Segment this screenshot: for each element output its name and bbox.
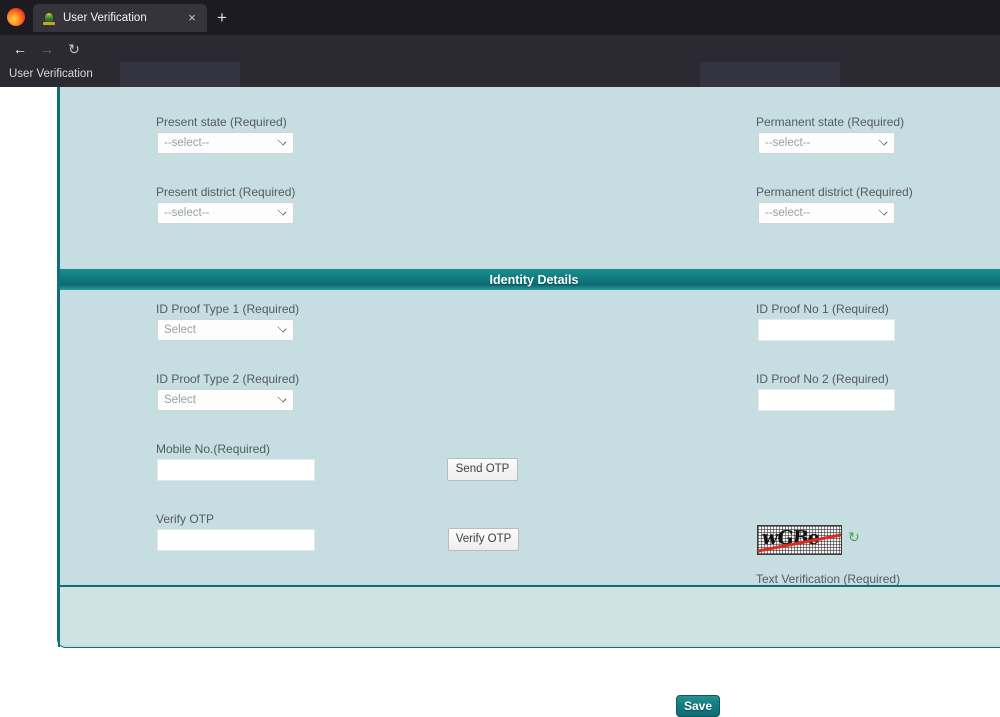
tab-strip: User Verification × + <box>0 0 1000 35</box>
status-tooltip: User Verification <box>0 63 105 86</box>
goa-police-emblem-icon <box>42 11 56 25</box>
back-icon[interactable]: ← <box>10 39 30 59</box>
present-district-select[interactable]: --select-- <box>157 202 294 224</box>
permanent-state-select[interactable]: --select-- <box>758 132 895 154</box>
text-verification-label: Text Verification (Required) <box>756 572 901 586</box>
permanent-district-value: --select-- <box>765 207 811 219</box>
permanent-state-label: Permanent state (Required) <box>756 115 905 129</box>
verify-otp-label: Verify OTP <box>156 512 215 526</box>
mobile-no-label: Mobile No.(Required) <box>156 442 271 456</box>
present-state-label: Present state (Required) <box>156 115 287 129</box>
present-state-select[interactable]: --select-- <box>157 132 294 154</box>
id-proof-no-1-label: ID Proof No 1 (Required) <box>756 302 889 316</box>
tab-title: User Verification <box>63 12 147 24</box>
close-icon[interactable]: × <box>185 11 199 25</box>
chevron-down-icon <box>277 206 287 216</box>
chevron-down-icon <box>878 136 888 146</box>
id-proof-type-2-select[interactable]: Select <box>157 389 294 411</box>
navigation-toolbar: ← → ↻ https://citizen.goapolice.gov.in/w… <box>0 35 1000 91</box>
id-proof-type-1-value: Select <box>164 324 196 336</box>
page-viewport: Present state (Required) --select-- Perm… <box>0 87 1000 717</box>
panel-left-accent <box>58 87 60 647</box>
mobile-no-input[interactable] <box>157 459 315 481</box>
user-verification-form-panel: Present state (Required) --select-- Perm… <box>57 87 1000 717</box>
permanent-district-select[interactable]: --select-- <box>758 202 895 224</box>
chevron-down-icon <box>878 206 888 216</box>
status-segment-mid <box>120 62 240 87</box>
send-otp-button[interactable]: Send OTP <box>447 458 518 481</box>
captcha-image: wGBe <box>757 525 842 555</box>
present-district-label: Present district (Required) <box>156 185 296 199</box>
id-proof-no-2-label: ID Proof No 2 (Required) <box>756 372 889 386</box>
id-proof-type-1-label: ID Proof Type 1 (Required) <box>156 302 300 316</box>
chevron-down-icon <box>277 136 287 146</box>
present-state-value: --select-- <box>164 137 210 149</box>
id-proof-no-2-input[interactable] <box>758 389 895 411</box>
identity-details-section-header: Identity Details <box>60 268 1000 290</box>
form-footer <box>60 587 1000 645</box>
new-tab-button[interactable]: + <box>212 8 232 28</box>
browser-tab-user-verification[interactable]: User Verification × <box>33 4 207 32</box>
id-proof-type-2-label: ID Proof Type 2 (Required) <box>156 372 300 386</box>
id-proof-type-1-select[interactable]: Select <box>157 319 294 341</box>
verify-otp-input[interactable] <box>157 529 315 551</box>
status-segment-right <box>700 62 840 87</box>
forward-icon[interactable]: → <box>37 39 57 59</box>
permanent-district-label: Permanent district (Required) <box>756 185 913 199</box>
verify-otp-button[interactable]: Verify OTP <box>448 528 519 551</box>
id-proof-no-1-input[interactable] <box>758 319 895 341</box>
present-district-value: --select-- <box>164 207 210 219</box>
firefox-logo-icon <box>7 8 25 26</box>
permanent-state-value: --select-- <box>765 137 811 149</box>
save-button[interactable]: Save <box>676 695 720 717</box>
status-bar-row <box>0 62 1000 87</box>
refresh-captcha-icon[interactable]: ↻ <box>848 530 860 544</box>
browser-chrome: User Verification × + ← → ↻ https://citi… <box>0 0 1000 91</box>
chevron-down-icon <box>277 323 287 333</box>
reload-icon[interactable]: ↻ <box>64 39 84 59</box>
id-proof-type-2-value: Select <box>164 394 196 406</box>
chevron-down-icon <box>277 393 287 403</box>
